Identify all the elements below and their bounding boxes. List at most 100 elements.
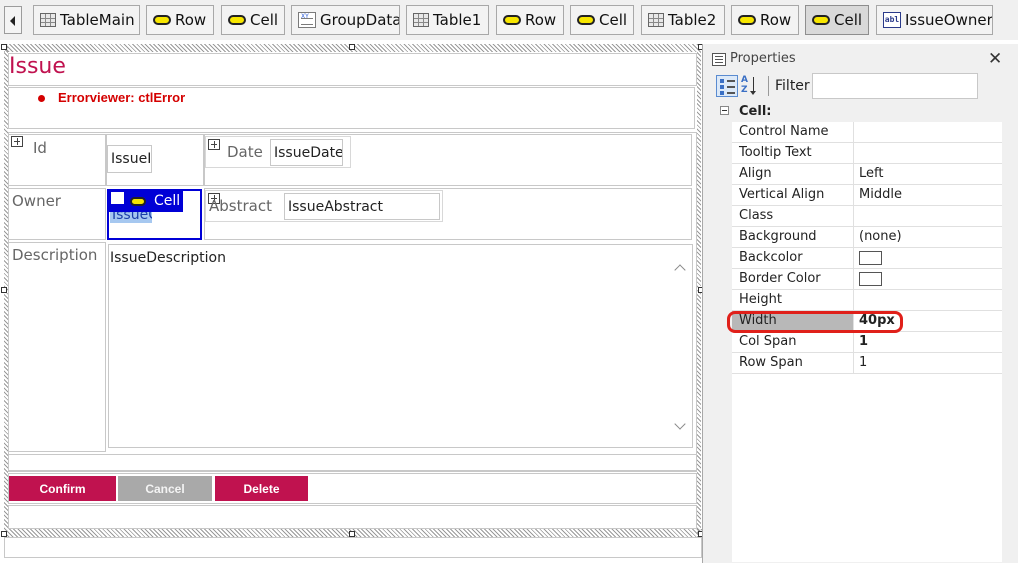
property-value[interactable]: Middle: [859, 187, 902, 202]
cell-pill-icon: [812, 15, 830, 25]
breadcrumb-cell-active[interactable]: Cell: [805, 5, 869, 35]
breadcrumb-label: Cell: [834, 11, 863, 29]
confirm-button[interactable]: Confirm: [9, 476, 116, 501]
property-row-border-color[interactable]: Border Color: [732, 269, 1002, 290]
breadcrumb-cell[interactable]: Cell: [221, 5, 285, 35]
issue-abstract-field[interactable]: IssueAbstract: [284, 193, 440, 220]
properties-icon: [712, 53, 726, 66]
table-icon: [648, 13, 664, 27]
description-label-cell[interactable]: [8, 242, 106, 452]
property-name: Align: [739, 166, 772, 181]
color-swatch[interactable]: [859, 251, 882, 265]
id-label: Id: [33, 139, 47, 157]
select-table-icon[interactable]: [208, 139, 220, 150]
property-value[interactable]: Left: [859, 166, 883, 181]
property-row-tooltip-text[interactable]: Tooltip Text: [732, 143, 1002, 164]
row-pill-icon: [153, 15, 171, 25]
breadcrumb-row[interactable]: Row: [731, 5, 799, 35]
row-pill-icon: [738, 15, 756, 25]
property-name: Row Span: [739, 355, 803, 370]
property-name: Height: [739, 292, 782, 307]
select-table-icon[interactable]: [11, 136, 23, 147]
error-viewer-label: Errorviewer: ctlError: [58, 90, 186, 105]
property-value[interactable]: 1: [859, 334, 868, 349]
title-row: [8, 53, 697, 86]
sort-alphabetical-icon[interactable]: A Z: [740, 75, 762, 97]
breadcrumb-groupdata[interactable]: GroupData: [291, 5, 400, 35]
property-row-control-name[interactable]: Control Name: [732, 122, 1002, 143]
property-grid-scrollbar[interactable]: [1002, 101, 1018, 562]
property-row-backcolor[interactable]: Backcolor: [732, 248, 1002, 269]
highlight-annotation-ring: [727, 311, 903, 333]
property-name: Control Name: [739, 124, 829, 139]
delete-button[interactable]: Delete: [215, 476, 308, 501]
close-icon[interactable]: ✕: [988, 49, 1002, 69]
color-swatch[interactable]: [859, 272, 882, 286]
breadcrumb-label: IssueOwner: [905, 11, 993, 29]
property-row-vertical-align[interactable]: Vertical Align Middle: [732, 185, 1002, 206]
breadcrumb-label: TableMain: [60, 11, 135, 29]
breadcrumb-tablemain[interactable]: TableMain: [33, 5, 140, 35]
row-pill-icon: [503, 15, 521, 25]
property-name: Background: [739, 229, 817, 244]
breadcrumb-issueowner[interactable]: abl IssueOwner: [876, 5, 993, 35]
cancel-button[interactable]: Cancel: [118, 476, 212, 501]
collapse-icon[interactable]: [720, 106, 729, 115]
breadcrumb-row[interactable]: Row: [146, 5, 214, 35]
issue-date-field[interactable]: IssueDate: [270, 139, 343, 166]
breadcrumb-label: Row: [175, 11, 207, 29]
breadcrumb-label: Cell: [250, 11, 279, 29]
issue-id-field[interactable]: IssueId: [107, 145, 152, 173]
property-value[interactable]: (none): [859, 229, 902, 244]
breadcrumb-table1[interactable]: Table1: [406, 5, 489, 35]
property-name: Class: [739, 208, 774, 223]
property-row-align[interactable]: Align Left: [732, 164, 1002, 185]
property-row-height[interactable]: Height: [732, 290, 1002, 311]
issue-description-textarea[interactable]: [108, 244, 693, 448]
property-row-background[interactable]: Background (none): [732, 227, 1002, 248]
breadcrumb-label: GroupData: [320, 11, 400, 29]
resize-handle[interactable]: [1, 44, 7, 50]
property-row-class[interactable]: Class: [732, 206, 1002, 227]
bullet-icon: [38, 95, 45, 102]
breadcrumb-row[interactable]: Row: [496, 5, 564, 35]
resize-handle[interactable]: [349, 44, 355, 50]
footer-row: [8, 505, 697, 529]
cell-pill-icon: [228, 15, 246, 25]
table-icon: [40, 13, 56, 27]
description-label: Description: [12, 246, 98, 264]
property-name: Tooltip Text: [739, 145, 812, 160]
table-icon: [413, 13, 429, 27]
breadcrumb-label: Cell: [599, 11, 628, 29]
filter-input[interactable]: [812, 73, 978, 99]
property-name: Backcolor: [739, 250, 803, 265]
breadcrumb-cell[interactable]: Cell: [570, 5, 634, 35]
property-value[interactable]: 1: [859, 355, 867, 370]
owner-label: Owner: [12, 192, 61, 210]
cell-pill-icon: [130, 196, 146, 206]
property-row-col-span[interactable]: Col Span 1: [732, 332, 1002, 353]
toolbar-separator: [768, 76, 769, 96]
selected-cell-tag-label: Cell: [154, 193, 181, 209]
property-row-row-span[interactable]: Row Span 1: [732, 353, 1002, 374]
breadcrumb-label: Row: [760, 11, 792, 29]
filter-label: Filter: [775, 78, 810, 94]
bottom-band: [4, 537, 702, 558]
cell-pill-icon: [577, 15, 595, 25]
spacer-row: [8, 454, 697, 471]
breadcrumb-table2[interactable]: Table2: [641, 5, 725, 35]
selected-cell-tag[interactable]: Cell: [109, 190, 183, 212]
abstract-label: Abstract: [209, 197, 272, 215]
resize-handle[interactable]: [1, 287, 7, 293]
scroll-left-button[interactable]: [4, 6, 22, 34]
group-data-icon: [298, 12, 316, 28]
label-control-icon: abl: [883, 12, 901, 28]
date-label: Date: [227, 143, 263, 161]
page-title: Issue: [9, 54, 66, 79]
breadcrumb-label: Table2: [668, 11, 717, 29]
property-name: Col Span: [739, 334, 797, 349]
tag-checkbox-icon: [111, 192, 124, 204]
breadcrumb-label: Row: [525, 11, 557, 29]
property-name: Vertical Align: [739, 187, 825, 202]
categorized-view-icon[interactable]: [716, 75, 738, 97]
